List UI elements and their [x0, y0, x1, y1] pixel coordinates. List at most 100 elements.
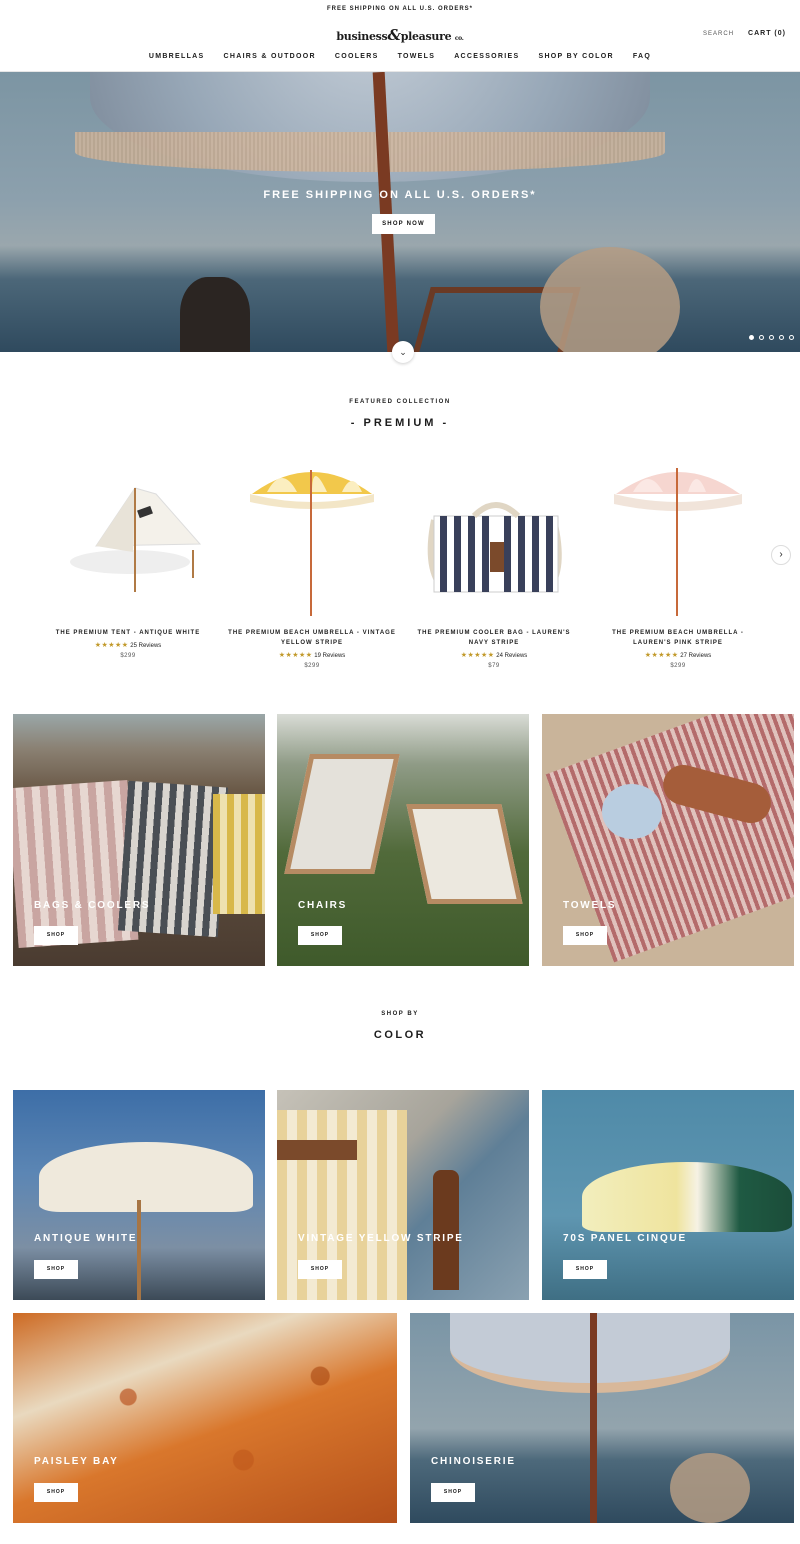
bottle-image	[433, 1170, 459, 1290]
color-tile-antique-white[interactable]: ANTIQUE WHITE SHOP	[13, 1090, 265, 1300]
product-name[interactable]: THE PREMIUM COOLER BAG - LAUREN'S NAVY S…	[404, 628, 584, 648]
product-rating: ★★★★★ 27 Reviews	[588, 651, 768, 661]
product-card[interactable]: THE PREMIUM COOLER BAG - LAUREN'S NAVY S…	[404, 450, 584, 669]
chevron-down-icon[interactable]: ⌄	[392, 341, 414, 363]
main-nav: UMBRELLAS CHAIRS & OUTDOOR COOLERS TOWEL…	[0, 53, 800, 60]
carousel-next-icon[interactable]: ›	[771, 545, 791, 565]
logo-suffix: co.	[454, 35, 464, 42]
product-price: $299	[304, 663, 320, 669]
review-count: 27 Reviews	[680, 653, 712, 659]
category-label: CHAIRS	[298, 900, 348, 911]
hat-image	[602, 784, 662, 839]
slide-dot-1[interactable]	[749, 335, 754, 340]
shop-button[interactable]: SHOP	[563, 926, 607, 945]
nav-faq[interactable]: FAQ	[633, 53, 651, 60]
product-name[interactable]: THE PREMIUM BEACH UMBRELLA - LAUREN'S PI…	[588, 628, 768, 648]
product-name[interactable]: THE PREMIUM BEACH UMBRELLA - VINTAGE YEL…	[222, 628, 402, 648]
hero-hat-image	[540, 247, 680, 352]
pole-image	[137, 1200, 141, 1300]
slide-dot-4[interactable]	[779, 335, 784, 340]
bag-image	[117, 780, 229, 938]
cooler-image	[277, 1110, 407, 1300]
bag-image	[213, 794, 265, 914]
stars-icon: ★★★★★	[278, 652, 313, 659]
shop-button[interactable]: SHOP	[34, 926, 78, 945]
logo-text-1: business	[336, 30, 388, 43]
nav-shop-by-color[interactable]: SHOP BY COLOR	[538, 53, 613, 60]
product-price: $299	[670, 663, 686, 669]
featured-label: FEATURED COLLECTION	[349, 399, 451, 405]
logo-ampersand: &	[387, 26, 401, 44]
announcement-bar: FREE SHIPPING ON ALL U.S. ORDERS*	[326, 6, 473, 12]
shop-by-title: COLOR	[373, 1029, 427, 1041]
product-image-cooler[interactable]	[404, 450, 584, 620]
hero-person-image	[180, 277, 250, 352]
color-label: VINTAGE YELLOW STRIPE	[298, 1233, 464, 1244]
category-tile-towels[interactable]: TOWELS SHOP	[542, 714, 794, 966]
shop-button[interactable]: SHOP	[34, 1260, 78, 1279]
product-card[interactable]: THE PREMIUM BEACH UMBRELLA - VINTAGE YEL…	[222, 450, 402, 669]
site-header: business&pleasure co. SEARCH CART (0) UM…	[0, 18, 800, 72]
product-image-tent[interactable]	[38, 450, 218, 620]
color-label: 70S PANEL CINQUE	[563, 1233, 688, 1244]
nav-towels[interactable]: TOWELS	[398, 53, 436, 60]
search-link[interactable]: SEARCH	[703, 31, 734, 37]
color-tile-70s-panel-cinque[interactable]: 70S PANEL CINQUE SHOP	[542, 1090, 794, 1300]
hero-fringe-image	[75, 132, 665, 172]
hat-image	[670, 1453, 750, 1523]
shop-button[interactable]: SHOP	[431, 1483, 475, 1502]
product-rating: ★★★★★ 24 Reviews	[404, 651, 584, 661]
hero-shop-now-button[interactable]: SHOP NOW	[372, 214, 435, 234]
logo-text-2: pleasure	[400, 30, 452, 43]
chair-image	[406, 804, 523, 904]
product-image-pink-umbrella[interactable]	[588, 450, 768, 620]
review-count: 25 Reviews	[130, 643, 162, 649]
shop-button[interactable]: SHOP	[298, 1260, 342, 1279]
product-card[interactable]: THE PREMIUM BEACH UMBRELLA - LAUREN'S PI…	[588, 450, 768, 669]
product-name[interactable]: THE PREMIUM TENT - ANTIQUE WHITE	[38, 628, 218, 638]
color-tile-vintage-yellow-stripe[interactable]: VINTAGE YELLOW STRIPE SHOP	[277, 1090, 529, 1300]
slide-dot-5[interactable]	[789, 335, 794, 340]
category-label: TOWELS	[563, 900, 617, 911]
product-card[interactable]: THE PREMIUM TENT - ANTIQUE WHITE ★★★★★ 2…	[38, 450, 218, 659]
stars-icon: ★★★★★	[644, 652, 679, 659]
shop-button[interactable]: SHOP	[34, 1483, 78, 1502]
cart-link[interactable]: CART (0)	[748, 30, 786, 37]
chair-image	[284, 754, 400, 874]
umbrella-image	[582, 1162, 792, 1232]
category-tile-bags-coolers[interactable]: BAGS & COOLERS SHOP	[13, 714, 265, 966]
color-tile-chinoiserie[interactable]: CHINOISERIE SHOP	[410, 1313, 794, 1523]
pole-image	[590, 1313, 597, 1523]
logo[interactable]: business&pleasure co.	[0, 26, 800, 44]
review-count: 19 Reviews	[314, 653, 346, 659]
shop-by-label: SHOP BY	[381, 1011, 419, 1017]
product-rating: ★★★★★ 19 Reviews	[222, 651, 402, 661]
category-tile-chairs[interactable]: CHAIRS SHOP	[277, 714, 529, 966]
hero-title: FREE SHIPPING ON ALL U.S. ORDERS*	[263, 189, 537, 201]
review-count: 24 Reviews	[496, 653, 528, 659]
nav-accessories[interactable]: ACCESSORIES	[454, 53, 519, 60]
color-label: ANTIQUE WHITE	[34, 1233, 138, 1244]
stars-icon: ★★★★★	[460, 652, 495, 659]
color-label: CHINOISERIE	[431, 1456, 516, 1467]
stars-icon: ★★★★★	[94, 642, 129, 649]
hero-slideshow[interactable]: FREE SHIPPING ON ALL U.S. ORDERS* SHOP N…	[0, 72, 800, 352]
product-price: $299	[120, 653, 136, 659]
color-tile-paisley-bay[interactable]: PAISLEY BAY SHOP	[13, 1313, 397, 1523]
featured-title: - PREMIUM -	[350, 417, 450, 429]
color-label: PAISLEY BAY	[34, 1456, 119, 1467]
product-rating: ★★★★★ 25 Reviews	[38, 641, 218, 651]
slide-dot-2[interactable]	[759, 335, 764, 340]
category-label: BAGS & COOLERS	[34, 900, 151, 911]
product-image-yellow-umbrella[interactable]	[222, 450, 402, 620]
nav-chairs-outdoor[interactable]: CHAIRS & OUTDOOR	[224, 53, 316, 60]
nav-coolers[interactable]: COOLERS	[335, 53, 379, 60]
product-price: $79	[488, 663, 500, 669]
strap-image	[277, 1140, 357, 1160]
shop-button[interactable]: SHOP	[563, 1260, 607, 1279]
nav-umbrellas[interactable]: UMBRELLAS	[149, 53, 205, 60]
slide-dot-3[interactable]	[769, 335, 774, 340]
shop-button[interactable]: SHOP	[298, 926, 342, 945]
slide-dots	[749, 335, 794, 340]
umbrella-image	[39, 1142, 253, 1212]
